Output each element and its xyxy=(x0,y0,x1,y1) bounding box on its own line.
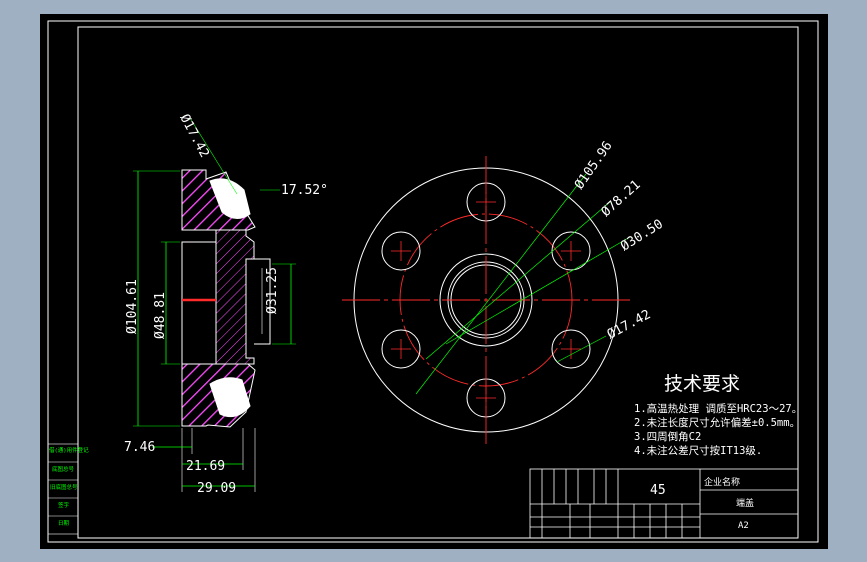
dim-bore-side: Ø31.25 xyxy=(265,267,280,314)
dim-pcd-front: Ø78.21 xyxy=(599,177,644,220)
technical-requirements: 技术要求 1.高温热处理 调质至HRC23～27。 2.未注长度尺寸允许偏差±0… xyxy=(634,373,802,457)
cad-drawing-window[interactable]: 借(通)用件登记 旧底图总号 底图总号 签字 日期 Ø17.42 17.52° … xyxy=(40,14,828,549)
tech-item: 3.四周倒角C2 xyxy=(634,431,701,443)
stamp-label: 签字 xyxy=(58,501,70,509)
title-material: 45 xyxy=(650,483,666,498)
section-bore xyxy=(181,241,217,365)
tech-item: 2.未注长度尺寸允许偏差±0.5mm。 xyxy=(634,416,800,429)
drawing-sheet: 借(通)用件登记 旧底图总号 底图总号 签字 日期 Ø17.42 17.52° … xyxy=(47,20,819,543)
outer-border xyxy=(47,20,819,543)
title-part-name: 端盖 xyxy=(736,497,754,509)
stamp-label: 旧底图总号 xyxy=(50,483,78,491)
dim-width-2909: 29.09 xyxy=(197,481,236,496)
tech-item: 1.高温热处理 调质至HRC23～27。 xyxy=(634,402,802,415)
dim-bore-front: Ø30.50 xyxy=(618,217,666,255)
dim-outer-front: Ø105.96 xyxy=(572,139,616,192)
title-block xyxy=(529,468,799,539)
dim-inner-side: Ø48.81 xyxy=(153,292,168,339)
title-sheet-size: A2 xyxy=(738,521,749,531)
dim-width-746: 7.46 xyxy=(124,440,155,455)
tech-title: 技术要求 xyxy=(664,373,740,395)
side-section-view: Ø17.42 17.52° Ø104.61 Ø48.81 Ø31.25 7.46… xyxy=(124,112,328,496)
front-view: Ø105.96 Ø78.21 Ø30.50 Ø17.42 xyxy=(342,139,666,444)
left-stamp-column: 借(通)用件登记 旧底图总号 底图总号 签字 日期 xyxy=(47,443,89,535)
dim-hole-front: Ø17.42 xyxy=(605,307,654,342)
dim-width-2169: 21.69 xyxy=(186,459,225,474)
dim-hole-side: Ø17.42 xyxy=(176,112,211,161)
stamp-label: 底图总号 xyxy=(52,465,75,473)
stamp-label: 日期 xyxy=(58,520,70,527)
title-company: 企业名称 xyxy=(704,476,740,488)
dim-angle: 17.52° xyxy=(281,183,328,198)
stamp-label: 借(通)用件登记 xyxy=(49,446,89,454)
tech-item: 4.未注公差尺寸按IT13级. xyxy=(634,444,762,457)
dim-outer-side: Ø104.61 xyxy=(125,279,140,334)
section-hub xyxy=(215,229,255,365)
